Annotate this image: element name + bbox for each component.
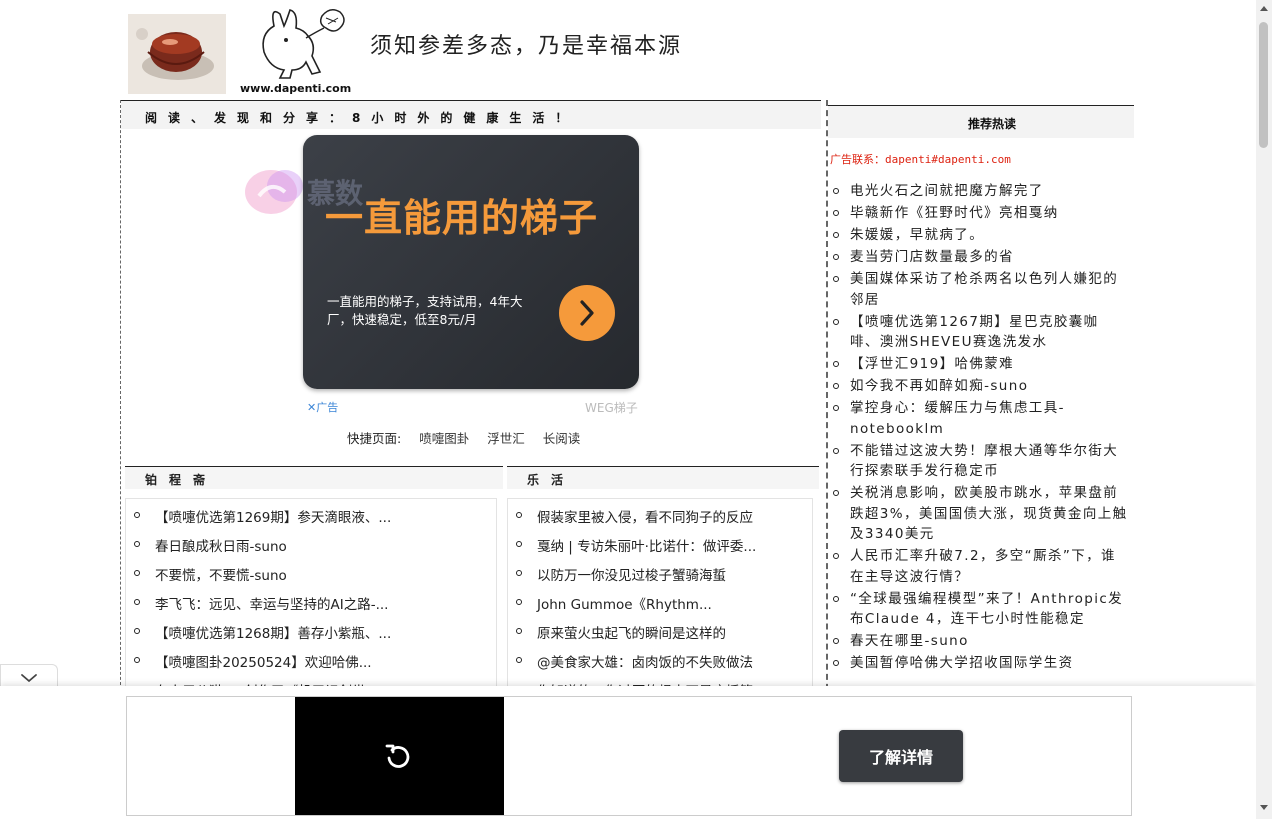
list-item[interactable]: 关税消息影响，欧美股市跳水，苹果盘前跌超3%，美国国债大涨，现货黄金向上触及33…	[828, 483, 1128, 545]
list-item[interactable]: 朱媛媛，早就病了。	[828, 225, 1128, 246]
list-item[interactable]: 电光火石之间就把魔方解完了	[828, 181, 1128, 202]
site-header: www.dapenti.com 须知参差多态，乃是幸福本源	[120, 0, 1132, 100]
list-item[interactable]: 麦当劳门店数量最多的省	[828, 247, 1128, 268]
scrollbar-thumb[interactable]	[1259, 22, 1268, 148]
list-item[interactable]: 【浮世汇919】哈佛蒙难	[828, 354, 1128, 375]
ad-video[interactable]	[295, 697, 504, 815]
list-item[interactable]: John Gummoe《Rhythm...	[507, 593, 766, 622]
column-title: 铂程斋	[145, 473, 218, 487]
list-item[interactable]: 美国暂停哈佛大学招收国际学生资	[828, 653, 1128, 674]
scroll-up-icon[interactable]	[1260, 6, 1268, 11]
chevron-right-icon	[580, 300, 594, 326]
list-item[interactable]: “全球最强编程模型”来了！Anthropic发布Claude 4，连干七小时性能…	[828, 589, 1128, 630]
sidebar: 推荐热读 广告联系：dapenti#dapenti.com 电光火石之间就把魔方…	[826, 100, 1134, 700]
quick-link-pentitugua[interactable]: 喷嚏图卦	[419, 431, 469, 446]
ad-contact: 广告联系：dapenti#dapenti.com	[830, 153, 1011, 166]
ad-label[interactable]: ✕广告	[307, 399, 338, 415]
column-title: 乐活	[527, 473, 576, 487]
column-bochengzhai: 铂程斋 【喷嚏优选第1269期】参天滴眼液、... 春日酿成秋日雨-suno 不…	[125, 466, 503, 760]
list-item[interactable]: 假装家里被入侵，看不同狗子的反应	[507, 506, 766, 535]
column-header: 铂程斋	[125, 466, 503, 489]
article-list: 假装家里被入侵，看不同狗子的反应 戛纳 | 专访朱丽叶·比诺什：做评委... 以…	[507, 506, 766, 709]
sidebar-header: 推荐热读	[828, 105, 1134, 138]
tagline: 阅读、发现和分享：8小时外的健康生活！	[145, 111, 579, 125]
list-item[interactable]: 春日酿成秋日雨-suno	[125, 535, 391, 564]
hot-reads-list: 电光火石之间就把魔方解完了 毕赣新作《狂野时代》亮相戛纳 朱媛媛，早就病了。 麦…	[828, 181, 1128, 675]
list-item[interactable]: 【喷嚏优选第1267期】星巴克胶囊咖啡、澳洲SHEVEU赛逸洗发水	[828, 312, 1128, 353]
replay-icon[interactable]	[383, 741, 413, 771]
main-column: 阅读、发现和分享：8小时外的健康生活！ 一直能用的梯子 一直能用的梯子，支持试用…	[120, 100, 821, 760]
list-item[interactable]: 美国媒体采访了枪杀两名以色列人嫌犯的邻居	[828, 269, 1128, 310]
page: www.dapenti.com 须知参差多态，乃是幸福本源 阅读、发现和分享：8…	[0, 0, 1256, 819]
ad-watermark-text: 慕数	[307, 177, 364, 210]
site-slogan: 须知参差多态，乃是幸福本源	[370, 34, 683, 59]
bottom-ad-frame[interactable]: 了解详情	[126, 696, 1132, 816]
list-item[interactable]: 原来萤火虫起飞的瞬间是这样的	[507, 622, 766, 651]
list-item[interactable]: 人民币汇率升破7.2，多空“厮杀”下，谁在主导这波行情？	[828, 546, 1128, 587]
tea-cup-logo	[128, 14, 226, 94]
close-icon[interactable]: ✕	[307, 401, 316, 414]
tagline-bar: 阅读、发现和分享：8小时外的健康生活！	[121, 100, 821, 129]
list-item[interactable]: 春天在哪里-suno	[828, 631, 1128, 652]
ad-headline: 一直能用的梯子	[325, 196, 599, 240]
learn-more-button[interactable]: 了解详情	[839, 730, 963, 782]
site-url[interactable]: www.dapenti.com	[240, 82, 351, 95]
quick-links: 快捷页面: 喷嚏图卦 浮世汇 长阅读	[347, 428, 594, 447]
list-item[interactable]: 【喷嚏图卦20250524】欢迎哈佛...	[125, 651, 391, 680]
list-item[interactable]: 不要慌，不要慌-suno	[125, 564, 391, 593]
list-item[interactable]: 如今我不再如醉如痴-suno	[828, 376, 1128, 397]
bottom-sticky-ad: 了解详情	[0, 686, 1256, 819]
list-item[interactable]: 戛纳 | 专访朱丽叶·比诺什：做评委...	[507, 535, 766, 564]
sidebar-title: 推荐热读	[968, 117, 1017, 131]
list-item[interactable]: 以防万一你没见过梭子蟹骑海蜇	[507, 564, 766, 593]
list-item[interactable]: 李飞飞：远见、幸运与坚持的AI之路-...	[125, 593, 391, 622]
list-item[interactable]: 掌控身心：缓解压力与焦虑工具-notebooklm	[828, 398, 1128, 439]
scroll-down-icon[interactable]	[1260, 805, 1268, 810]
list-item[interactable]: 【喷嚏优选第1268期】善存小紫瓶、...	[125, 622, 391, 651]
list-item[interactable]: 毕赣新作《狂野时代》亮相戛纳	[828, 203, 1128, 224]
quick-link-changyuedu[interactable]: 长阅读	[543, 431, 581, 446]
quick-links-label: 快捷页面:	[347, 431, 402, 446]
ad-brand[interactable]: WEG梯子	[585, 399, 638, 416]
quick-link-fushihui[interactable]: 浮世汇	[487, 431, 525, 446]
column-lehuo: 乐活 假装家里被入侵，看不同狗子的反应 戛纳 | 专访朱丽叶·比诺什：做评委..…	[507, 466, 819, 760]
list-item[interactable]: 【喷嚏优选第1269期】参天滴眼液、...	[125, 506, 391, 535]
rabbit-logo	[262, 9, 345, 79]
ad-label-text: 广告	[316, 401, 339, 414]
ad-subtext: 一直能用的梯子，支持试用，4年大厂，快速稳定，低至8元/月	[327, 294, 523, 327]
list-item[interactable]: @美食家大雄：卤肉饭的不失败做法	[507, 651, 766, 680]
list-item[interactable]: 不能错过这波大势！摩根大通等华尔街大行探索联手发行稳定币	[828, 441, 1128, 482]
column-header: 乐活	[507, 466, 819, 489]
article-list: 【喷嚏优选第1269期】参天滴眼液、... 春日酿成秋日雨-suno 不要慌，不…	[125, 506, 391, 709]
ad-arrow-button[interactable]	[559, 285, 615, 341]
vertical-scrollbar[interactable]	[1256, 0, 1272, 819]
